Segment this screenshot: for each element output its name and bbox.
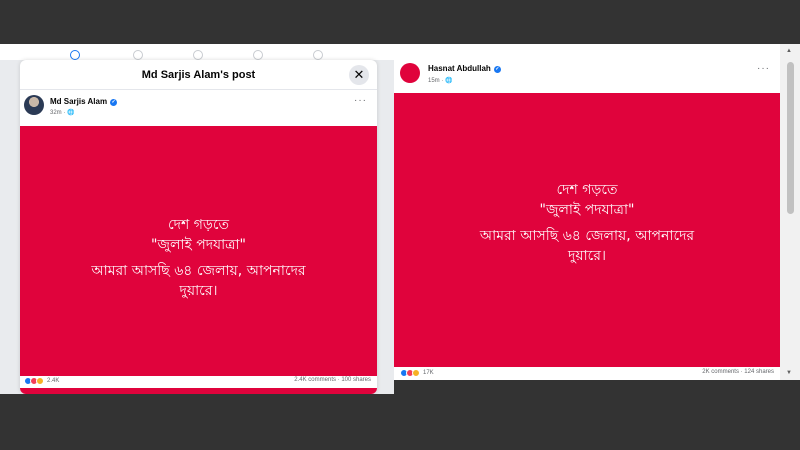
- post-line-4: দুয়ারে।: [568, 248, 606, 264]
- right-screenshot: Hasnat Abdullah ✓ 15m · 🌐 ··· দেশ গড়তে "…: [394, 44, 800, 380]
- avatar[interactable]: [400, 63, 420, 83]
- comments-shares-count[interactable]: 2K comments · 124 shares: [702, 369, 774, 375]
- post-image[interactable]: দেশ গড়তে "জুলাই পদযাত্রা" আমরা আসছি ৬৪ …: [20, 126, 377, 394]
- post-line-3: আমরা আসছি ৬৪ জেলায়, আপনাদের: [91, 263, 306, 279]
- more-options-icon[interactable]: ···: [757, 63, 770, 74]
- scroll-up-icon[interactable]: ▲: [786, 48, 792, 54]
- close-button[interactable]: ✕: [349, 65, 369, 85]
- facebook-nav-strip: [0, 44, 394, 60]
- reaction-count: 2.4K: [47, 378, 60, 384]
- post-line-2: "জুলাই পদযাত্রা": [539, 202, 635, 218]
- haha-icon: [412, 369, 420, 377]
- post-header: Hasnat Abdullah ✓ 15m · 🌐 ···: [394, 58, 800, 94]
- author-name[interactable]: Hasnat Abdullah: [428, 64, 491, 73]
- modal-title: Md Sarjis Alam's post: [141, 69, 256, 81]
- home-icon[interactable]: [70, 50, 80, 60]
- scrollbar[interactable]: ▲ ▼: [780, 44, 800, 380]
- post-image[interactable]: দেশ গড়তে "জুলাই পদযাত্রা" আমরা আসছি ৬৪ …: [394, 93, 780, 367]
- avatar[interactable]: [24, 95, 44, 115]
- haha-icon: [36, 377, 44, 385]
- post-line-2: "জুলাই পদযাত্রা": [151, 237, 246, 253]
- groups-icon[interactable]: [193, 50, 203, 60]
- post-text: দেশ গড়তে "জুলাই পদযাত্রা" আমরা আসছি ৬৪ …: [394, 180, 780, 266]
- post-stats: 2.4K 2.4K comments · 100 shares: [20, 376, 377, 388]
- author-name[interactable]: Md Sarjis Alam: [50, 97, 107, 106]
- more-options-icon[interactable]: ···: [354, 95, 367, 106]
- verified-badge-icon: ✓: [493, 66, 501, 73]
- modal-header: Md Sarjis Alam's post ✕: [20, 60, 377, 90]
- post-line-1: দেশ গড়তে: [556, 182, 618, 198]
- friends-icon[interactable]: [133, 50, 143, 60]
- post-stats: 17K 2K comments · 124 shares: [394, 368, 780, 380]
- marketplace-icon[interactable]: [253, 50, 263, 60]
- post-modal: Md Sarjis Alam's post ✕ Md Sarjis Alam ✓ …: [20, 60, 377, 394]
- gaming-icon[interactable]: [313, 50, 323, 60]
- comments-shares-count[interactable]: 2.4K comments · 100 shares: [294, 377, 371, 383]
- post-header: Md Sarjis Alam ✓ 32m · 🌐 ···: [20, 90, 377, 126]
- left-screenshot: Md Sarjis Alam's post ✕ Md Sarjis Alam ✓ …: [0, 44, 394, 394]
- scrollbar-thumb[interactable]: [787, 62, 794, 214]
- reactions[interactable]: 17K: [400, 369, 434, 377]
- verified-badge-icon: ✓: [110, 99, 118, 106]
- reactions[interactable]: 2.4K: [24, 377, 59, 385]
- post-line-1: দেশ গড়তে: [167, 217, 230, 233]
- reaction-count: 17K: [423, 370, 434, 376]
- post-line-3: আমরা আসছি ৬৪ জেলায়, আপনাদের: [479, 228, 695, 244]
- post-time[interactable]: 32m · 🌐: [50, 109, 74, 116]
- post-line-4: দুয়ারে।: [179, 283, 218, 299]
- post-time[interactable]: 15m · 🌐: [428, 77, 452, 84]
- post-text: দেশ গড়তে "জুলাই পদযাত্রা" আমরা আসছি ৬৪ …: [20, 215, 377, 301]
- scroll-down-icon[interactable]: ▼: [786, 370, 792, 376]
